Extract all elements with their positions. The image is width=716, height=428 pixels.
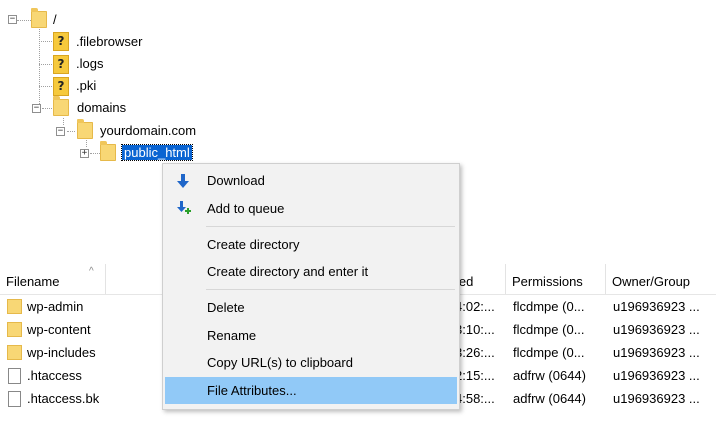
folder-icon — [7, 299, 22, 314]
tree-connector — [39, 64, 52, 65]
sort-ascending-icon: ^ — [89, 266, 94, 277]
tree-node-pki[interactable]: .pki — [76, 78, 96, 93]
menu-item-add-to-queue[interactable]: Add to queue — [165, 195, 457, 222]
unknown-folder-icon: ? — [53, 77, 69, 96]
expand-public-html-toggle[interactable]: + — [80, 149, 89, 158]
file-permissions: adfrw (0644) — [513, 368, 586, 383]
menu-item-label: File Attributes... — [207, 383, 297, 398]
tree-connector — [17, 20, 31, 21]
tree-connector — [90, 153, 100, 154]
unknown-folder-icon: ? — [53, 55, 69, 74]
file-name: wp-admin — [27, 299, 84, 314]
file-permissions: flcdmpe (0... — [513, 345, 585, 360]
folder-icon — [7, 322, 22, 337]
column-header-permissions[interactable]: Permissions — [506, 264, 606, 294]
file-permissions: flcdmpe (0... — [513, 299, 585, 314]
tree-node-yourdomain[interactable]: yourdomain.com — [100, 123, 196, 138]
file-modified: 3:26:... — [455, 345, 495, 360]
tree-node-domains[interactable]: domains — [77, 100, 126, 115]
menu-item-copy-url[interactable]: Copy URL(s) to clipboard — [165, 349, 457, 376]
file-icon — [8, 391, 21, 407]
tree-connector — [86, 140, 87, 147]
tree-node-filebrowser[interactable]: .filebrowser — [76, 34, 142, 49]
file-modified: 3:10:... — [455, 322, 495, 337]
tree-connector — [39, 41, 52, 42]
menu-item-rename[interactable]: Rename — [165, 322, 457, 349]
file-owner: u196936923 ... — [613, 299, 700, 314]
menu-item-label: Create directory — [207, 237, 300, 252]
folder-icon — [7, 345, 22, 360]
tree-node-root[interactable]: / — [53, 12, 57, 27]
menu-item-label: Copy URL(s) to clipboard — [207, 355, 353, 370]
collapse-root-toggle[interactable]: − — [8, 15, 17, 24]
file-name: wp-content — [27, 322, 91, 337]
tree-connector — [42, 108, 52, 109]
tree-connector — [39, 86, 52, 87]
file-owner: u196936923 ... — [613, 391, 700, 406]
menu-item-label: Delete — [207, 300, 245, 315]
menu-item-label: Create directory and enter it — [207, 264, 369, 279]
column-header-owner-group[interactable]: Owner/Group — [606, 264, 716, 294]
menu-separator — [206, 289, 455, 290]
tree-connector — [63, 118, 64, 125]
file-permissions: adfrw (0644) — [513, 391, 586, 406]
folder-icon — [77, 119, 93, 139]
file-name: .htaccess — [27, 368, 82, 383]
context-menu: Download Add to queue Create directory C… — [162, 163, 460, 410]
file-owner: u196936923 ... — [613, 345, 700, 360]
menu-separator — [206, 226, 455, 227]
file-owner: u196936923 ... — [613, 322, 700, 337]
tree-node-logs[interactable]: .logs — [76, 56, 103, 71]
menu-item-create-directory[interactable]: Create directory — [165, 231, 457, 258]
file-modified: 2:15:... — [455, 368, 495, 383]
file-name: wp-includes — [27, 345, 96, 360]
file-modified: 4:58:... — [455, 391, 495, 406]
tree-connector — [67, 131, 75, 132]
add-to-queue-icon — [177, 201, 191, 214]
unknown-folder-icon: ? — [53, 32, 69, 51]
collapse-domains-toggle[interactable]: − — [32, 104, 41, 113]
menu-item-label: Rename — [207, 328, 257, 343]
folder-icon — [100, 141, 116, 161]
menu-item-file-attributes[interactable]: File Attributes... — [165, 377, 457, 404]
download-arrow-icon — [177, 174, 189, 188]
file-name: .htaccess.bk — [27, 391, 100, 406]
folder-icon — [31, 8, 47, 28]
file-owner: u196936923 ... — [613, 368, 700, 383]
file-modified: 4:02:... — [455, 299, 495, 314]
folder-icon — [53, 96, 69, 116]
menu-item-label: Add to queue — [207, 201, 285, 216]
menu-item-create-directory-and-enter[interactable]: Create directory and enter it — [165, 258, 457, 285]
menu-item-download[interactable]: Download — [165, 167, 457, 194]
menu-item-delete[interactable]: Delete — [165, 294, 457, 321]
tree-node-public-html[interactable]: public_html — [121, 144, 193, 161]
menu-item-label: Download — [207, 173, 265, 188]
collapse-yourdomain-toggle[interactable]: − — [56, 127, 65, 136]
file-icon — [8, 368, 21, 384]
file-permissions: flcdmpe (0... — [513, 322, 585, 337]
